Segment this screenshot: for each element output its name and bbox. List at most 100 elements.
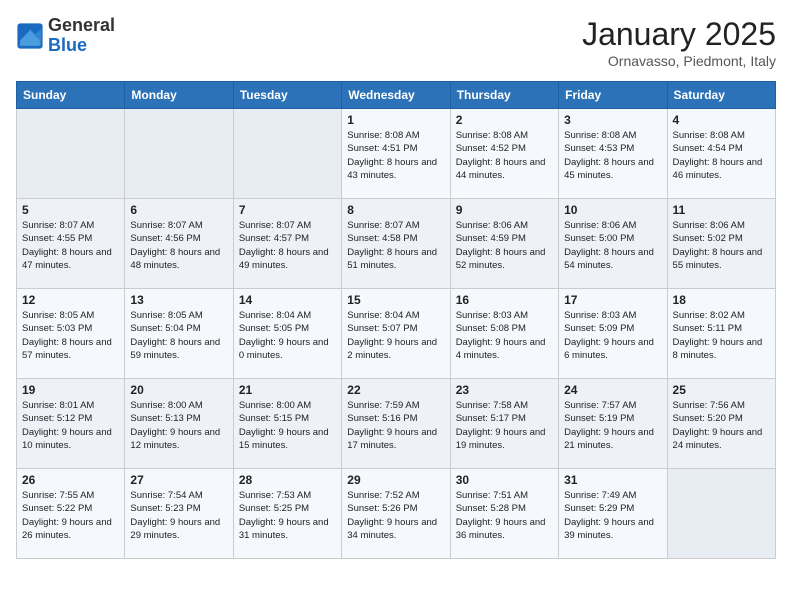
day-content: Sunrise: 8:00 AM Sunset: 5:15 PM Dayligh… [239, 399, 336, 452]
calendar-week-row: 5 Sunrise: 8:07 AM Sunset: 4:55 PM Daylig… [17, 199, 776, 289]
day-number: 31 [564, 473, 661, 487]
weekday-header: Thursday [450, 82, 558, 109]
day-number: 21 [239, 383, 336, 397]
calendar-cell: 3Sunrise: 8:08 AM Sunset: 4:53 PM Daylig… [559, 109, 667, 199]
day-number: 29 [347, 473, 444, 487]
day-number: 6 [130, 203, 227, 217]
calendar-cell: 9Sunrise: 8:06 AM Sunset: 4:59 PM Daylig… [450, 199, 558, 289]
day-content: Sunrise: 8:04 AM Sunset: 5:07 PM Dayligh… [347, 309, 444, 362]
day-number: 16 [456, 293, 553, 307]
calendar-cell [233, 109, 341, 199]
calendar-week-row: 26Sunrise: 7:55 AM Sunset: 5:22 PM Dayli… [17, 469, 776, 559]
calendar-cell: 4 Sunrise: 8:08 AM Sunset: 4:54 PM Daylig… [667, 109, 775, 199]
day-number: 20 [130, 383, 227, 397]
day-content: Sunrise: 7:59 AM Sunset: 5:16 PM Dayligh… [347, 399, 444, 452]
title-block: January 2025 Ornavasso, Piedmont, Italy [582, 16, 776, 69]
day-number: 23 [456, 383, 553, 397]
day-content: Sunrise: 8:06 AM Sunset: 5:02 PM Dayligh… [673, 219, 770, 272]
day-content: Sunrise: 8:07 AM Sunset: 4:56 PM Dayligh… [130, 219, 227, 272]
calendar-cell: 11 Sunrise: 8:06 AM Sunset: 5:02 PM Dayli… [667, 199, 775, 289]
calendar-week-row: 19 Sunrise: 8:01 AM Sunset: 5:12 PM Dayli… [17, 379, 776, 469]
day-number: 24 [564, 383, 661, 397]
day-content: Sunrise: 8:08 AM Sunset: 4:54 PM Dayligh… [673, 129, 770, 182]
day-number: 22 [347, 383, 444, 397]
day-content: Sunrise: 8:08 AM Sunset: 4:53 PM Dayligh… [564, 129, 661, 182]
calendar-cell: 5 Sunrise: 8:07 AM Sunset: 4:55 PM Daylig… [17, 199, 125, 289]
calendar-week-row: 12Sunrise: 8:05 AM Sunset: 5:03 PM Dayli… [17, 289, 776, 379]
weekday-header-row: SundayMondayTuesdayWednesdayThursdayFrid… [17, 82, 776, 109]
calendar-cell: 23Sunrise: 7:58 AM Sunset: 5:17 PM Dayli… [450, 379, 558, 469]
calendar-week-row: 1 Sunrise: 8:08 AM Sunset: 4:51 PM Daylig… [17, 109, 776, 199]
calendar-cell: 12Sunrise: 8:05 AM Sunset: 5:03 PM Dayli… [17, 289, 125, 379]
weekday-header: Friday [559, 82, 667, 109]
day-content: Sunrise: 8:07 AM Sunset: 4:55 PM Dayligh… [22, 219, 119, 272]
day-content: Sunrise: 7:52 AM Sunset: 5:26 PM Dayligh… [347, 489, 444, 542]
day-number: 1 [347, 113, 444, 127]
calendar-cell: 15 Sunrise: 8:04 AM Sunset: 5:07 PM Dayli… [342, 289, 450, 379]
day-content: Sunrise: 7:54 AM Sunset: 5:23 PM Dayligh… [130, 489, 227, 542]
page-header: General Blue January 2025 Ornavasso, Pie… [16, 16, 776, 69]
day-number: 5 [22, 203, 119, 217]
day-content: Sunrise: 8:03 AM Sunset: 5:09 PM Dayligh… [564, 309, 661, 362]
day-number: 14 [239, 293, 336, 307]
calendar-cell [667, 469, 775, 559]
day-number: 10 [564, 203, 661, 217]
calendar-cell: 20Sunrise: 8:00 AM Sunset: 5:13 PM Dayli… [125, 379, 233, 469]
day-number: 18 [673, 293, 770, 307]
day-content: Sunrise: 8:04 AM Sunset: 5:05 PM Dayligh… [239, 309, 336, 362]
location: Ornavasso, Piedmont, Italy [582, 53, 776, 69]
calendar-cell: 31Sunrise: 7:49 AM Sunset: 5:29 PM Dayli… [559, 469, 667, 559]
weekday-header: Wednesday [342, 82, 450, 109]
day-number: 17 [564, 293, 661, 307]
calendar-cell: 30 Sunrise: 7:51 AM Sunset: 5:28 PM Dayli… [450, 469, 558, 559]
day-number: 28 [239, 473, 336, 487]
calendar-cell: 10 Sunrise: 8:06 AM Sunset: 5:00 PM Dayli… [559, 199, 667, 289]
calendar-cell: 1 Sunrise: 8:08 AM Sunset: 4:51 PM Daylig… [342, 109, 450, 199]
calendar-cell: 19 Sunrise: 8:01 AM Sunset: 5:12 PM Dayli… [17, 379, 125, 469]
calendar-cell [17, 109, 125, 199]
calendar-cell: 16 Sunrise: 8:03 AM Sunset: 5:08 PM Dayli… [450, 289, 558, 379]
calendar-cell: 6 Sunrise: 8:07 AM Sunset: 4:56 PM Daylig… [125, 199, 233, 289]
day-number: 25 [673, 383, 770, 397]
calendar-cell: 26Sunrise: 7:55 AM Sunset: 5:22 PM Dayli… [17, 469, 125, 559]
day-content: Sunrise: 8:06 AM Sunset: 5:00 PM Dayligh… [564, 219, 661, 272]
calendar-cell: 2Sunrise: 8:08 AM Sunset: 4:52 PM Daylig… [450, 109, 558, 199]
calendar-cell: 17 Sunrise: 8:03 AM Sunset: 5:09 PM Dayli… [559, 289, 667, 379]
day-number: 11 [673, 203, 770, 217]
day-content: Sunrise: 8:06 AM Sunset: 4:59 PM Dayligh… [456, 219, 553, 272]
day-content: Sunrise: 8:03 AM Sunset: 5:08 PM Dayligh… [456, 309, 553, 362]
calendar-cell: 29 Sunrise: 7:52 AM Sunset: 5:26 PM Dayli… [342, 469, 450, 559]
calendar-cell: 24 Sunrise: 7:57 AM Sunset: 5:19 PM Dayli… [559, 379, 667, 469]
day-content: Sunrise: 7:56 AM Sunset: 5:20 PM Dayligh… [673, 399, 770, 452]
day-content: Sunrise: 8:05 AM Sunset: 5:03 PM Dayligh… [22, 309, 119, 362]
day-content: Sunrise: 8:01 AM Sunset: 5:12 PM Dayligh… [22, 399, 119, 452]
calendar-cell: 8 Sunrise: 8:07 AM Sunset: 4:58 PM Daylig… [342, 199, 450, 289]
day-content: Sunrise: 7:53 AM Sunset: 5:25 PM Dayligh… [239, 489, 336, 542]
day-number: 4 [673, 113, 770, 127]
logo-general-text: General [48, 15, 115, 35]
day-number: 26 [22, 473, 119, 487]
logo: General Blue [16, 16, 115, 56]
day-content: Sunrise: 7:51 AM Sunset: 5:28 PM Dayligh… [456, 489, 553, 542]
day-content: Sunrise: 8:07 AM Sunset: 4:57 PM Dayligh… [239, 219, 336, 272]
calendar-cell: 28 Sunrise: 7:53 AM Sunset: 5:25 PM Dayli… [233, 469, 341, 559]
day-number: 15 [347, 293, 444, 307]
calendar-cell: 7Sunrise: 8:07 AM Sunset: 4:57 PM Daylig… [233, 199, 341, 289]
day-content: Sunrise: 8:08 AM Sunset: 4:51 PM Dayligh… [347, 129, 444, 182]
logo-icon [16, 22, 44, 50]
day-number: 19 [22, 383, 119, 397]
calendar-cell: 13 Sunrise: 8:05 AM Sunset: 5:04 PM Dayli… [125, 289, 233, 379]
calendar-cell: 22 Sunrise: 7:59 AM Sunset: 5:16 PM Dayli… [342, 379, 450, 469]
calendar-table: SundayMondayTuesdayWednesdayThursdayFrid… [16, 81, 776, 559]
weekday-header: Sunday [17, 82, 125, 109]
day-number: 13 [130, 293, 227, 307]
weekday-header: Saturday [667, 82, 775, 109]
day-number: 30 [456, 473, 553, 487]
day-number: 27 [130, 473, 227, 487]
day-content: Sunrise: 8:05 AM Sunset: 5:04 PM Dayligh… [130, 309, 227, 362]
calendar-cell: 14 Sunrise: 8:04 AM Sunset: 5:05 PM Dayli… [233, 289, 341, 379]
calendar-cell [125, 109, 233, 199]
day-number: 8 [347, 203, 444, 217]
day-content: Sunrise: 8:07 AM Sunset: 4:58 PM Dayligh… [347, 219, 444, 272]
day-content: Sunrise: 7:57 AM Sunset: 5:19 PM Dayligh… [564, 399, 661, 452]
